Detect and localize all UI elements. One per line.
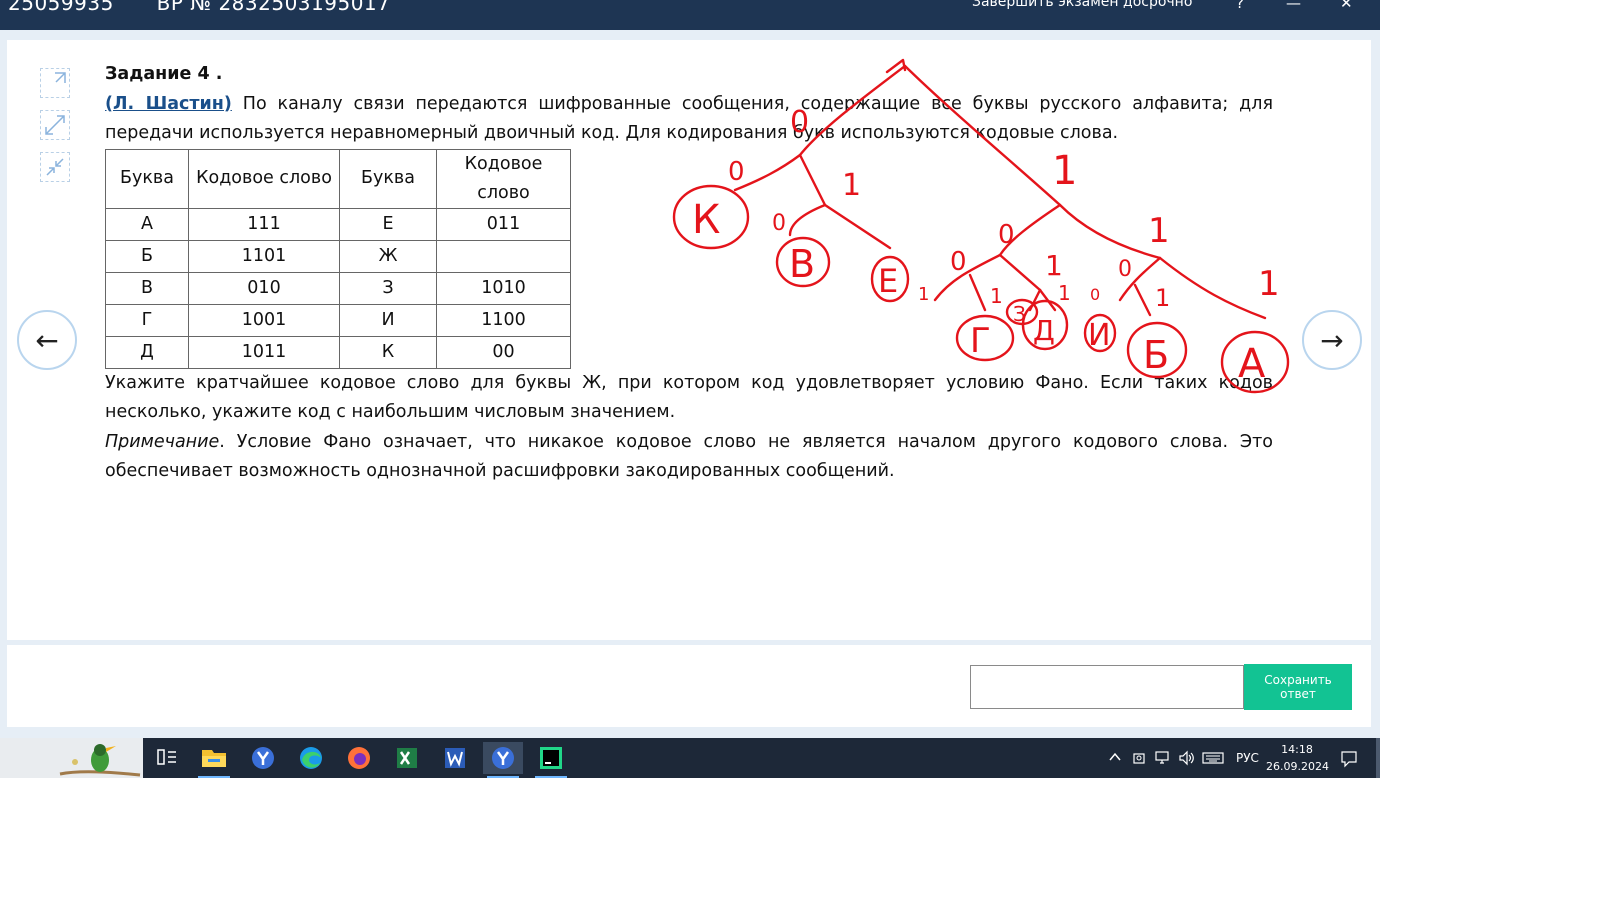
file-explorer-icon[interactable] [194,742,234,778]
table-cell: Г [105,303,189,337]
table-cell: Б [105,239,189,273]
network-icon[interactable] [1154,750,1172,769]
task-title: Задание 4 . [105,64,223,84]
table-cell: 00 [436,335,571,369]
task-content: Задание 4 . (Л. Шастин) По каналу связи … [105,60,1273,487]
table-header: Кодовое слово [436,148,571,209]
exam-header-bar: 25059935 ВР № 2832503195017 Завершить эк… [0,0,1380,30]
table-cell: 011 [436,207,571,241]
clock-date: 26.09.2024 [1266,760,1329,773]
note-label: Примечание [105,431,220,452]
table-cell: 1010 [436,271,571,305]
pycharm-icon[interactable] [531,742,571,778]
table-cell: 1001 [188,303,340,337]
expand-icon[interactable] [40,110,70,140]
table-row: Д 1011 К 00 [105,335,571,369]
camera-icon[interactable] [1132,750,1148,769]
firefox-icon[interactable] [339,742,379,774]
variant-number: ВР № 2832503195017 [156,0,391,15]
table-cell: 1101 [188,239,340,273]
table-cell: 111 [188,207,340,241]
note-text: . Условие Фано означает, что никакое код… [105,431,1273,482]
table-cell: 010 [188,271,340,305]
clock-time: 14:18 [1281,743,1313,756]
layout-split-icon[interactable] [40,68,70,98]
show-desktop-strip[interactable] [1376,738,1380,778]
minimize-button[interactable]: — [1286,0,1301,12]
edge-browser-icon[interactable] [291,742,331,774]
table-cell: А [105,207,189,241]
task-view-icon[interactable] [146,742,186,774]
table-cell: З [339,271,437,305]
code-table: Буква Кодовое слово Буква Кодовое слово … [105,148,571,369]
word-icon[interactable] [435,742,475,774]
candidate-id: 25059935 [8,0,114,15]
table-cell [436,239,571,273]
volume-icon[interactable] [1178,750,1196,769]
table-header: Кодовое слово [188,148,340,209]
task-intro-text: По каналу связи передаются шифрованные с… [105,93,1273,144]
answer-panel: Сохранить ответ [7,645,1371,727]
table-cell: К [339,335,437,369]
table-cell: В [105,271,189,305]
task-panel: Задание 4 . (Л. Шастин) По каналу связи … [7,40,1371,640]
tray-expand-icon[interactable] [1108,750,1122,767]
yandex-browser-active-icon[interactable] [483,742,523,778]
close-button[interactable]: ✕ [1340,0,1353,12]
finish-exam-button[interactable]: Завершить экзамен досрочно [972,0,1192,10]
table-header: Буква [339,148,437,209]
task-note: Примечание. Условие Фано означает, что н… [105,428,1273,487]
next-task-button[interactable]: → [1302,310,1362,370]
answer-input[interactable] [970,665,1244,709]
table-cell: Е [339,207,437,241]
prev-task-button[interactable]: ← [17,310,77,370]
save-answer-button[interactable]: Сохранить ответ [1244,664,1352,710]
taskbar-clock[interactable]: 14:18 26.09.2024 [1266,741,1329,775]
table-row: В 010 З 1010 [105,271,571,305]
taskbar-wallpaper-area [0,738,143,778]
task-question: Укажите кратчайшее кодовое слово для бук… [105,372,1273,423]
yandex-browser-icon[interactable] [243,742,283,774]
collapse-icon[interactable] [40,152,70,182]
table-row: Г 1001 И 1100 [105,303,571,337]
table-row: А 111 Е 011 [105,207,571,241]
author-link[interactable]: (Л. Шастин) [105,94,232,114]
table-cell: Ж [339,239,437,273]
help-button[interactable]: ? [1236,0,1244,12]
table-row: Б 1101 Ж [105,239,571,273]
table-cell: Д [105,335,189,369]
table-cell: 1011 [188,335,340,369]
keyboard-icon[interactable] [1202,750,1224,769]
table-header-row: Буква Кодовое слово Буква Кодовое слово [105,148,571,209]
exam-header-ids: 25059935 ВР № 2832503195017 [8,0,426,15]
table-cell: 1100 [436,303,571,337]
task-intro: (Л. Шастин) По каналу связи передаются ш… [105,90,1273,149]
windows-taskbar: РУС 14:18 26.09.2024 [0,738,1380,778]
exam-app-window: 25059935 ВР № 2832503195017 Завершить эк… [0,0,1380,738]
language-indicator[interactable]: РУС [1236,751,1259,765]
excel-icon[interactable] [387,742,427,774]
table-header: Буква [105,148,189,209]
bird-logo-icon [59,744,141,777]
table-cell: И [339,303,437,337]
notifications-icon[interactable] [1340,750,1358,771]
